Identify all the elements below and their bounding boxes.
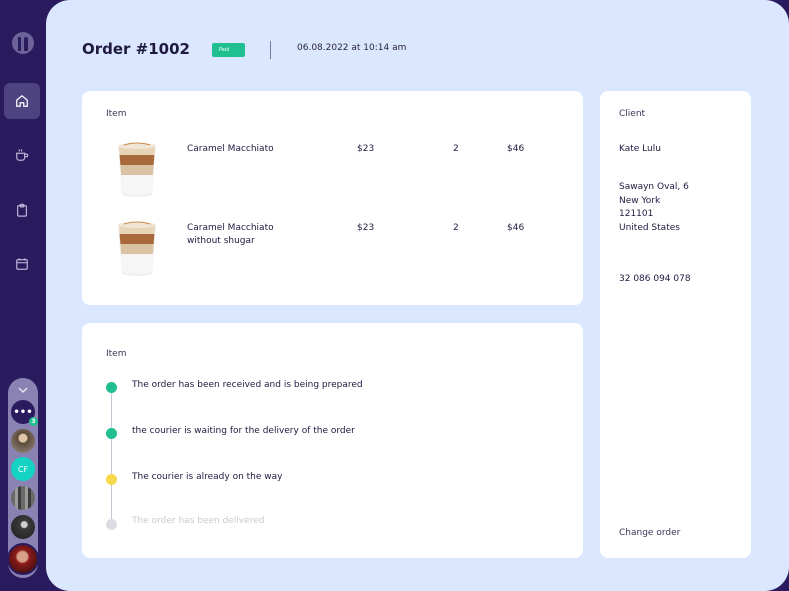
home-icon [16, 94, 28, 107]
timeline-dot-completed [106, 382, 117, 393]
item-total: $46 [507, 223, 525, 233]
main-content: Order #1002 Paid 06.08.2022 at 10:14 am … [46, 0, 789, 591]
item-price: $23 [357, 223, 375, 233]
client-card: Client Kate Lulu Sawayn Oval, 6 New York… [600, 91, 751, 558]
item-quantity: 2 [453, 223, 459, 233]
card-label: Client [619, 109, 646, 119]
item-name-line: Caramel Macchiato [187, 223, 274, 233]
timeline-step: The order has been received and is being… [132, 380, 363, 390]
nav-products[interactable] [4, 137, 40, 173]
timeline-step: the courier is waiting for the delivery … [132, 426, 355, 436]
nav-orders[interactable] [4, 192, 40, 228]
table-row[interactable]: Caramel Macchiato $23 2 $46 [82, 139, 583, 209]
timeline-step: The order has been delivered [132, 516, 265, 526]
sidebar: ••• 3 CF [0, 0, 46, 591]
status-badge: Paid [212, 43, 245, 57]
avatar[interactable] [11, 429, 35, 453]
item-name-line: without shugar [187, 236, 255, 246]
notification-badge: 3 [29, 417, 38, 426]
nav-calendar[interactable] [4, 246, 40, 282]
header-divider [270, 41, 271, 59]
brand-logo-icon[interactable] [12, 32, 34, 54]
timeline-dot-current [106, 474, 117, 485]
item-quantity: 2 [453, 144, 459, 154]
client-phone: 32 086 094 078 [619, 274, 691, 284]
timeline-line [111, 388, 112, 523]
address-line: United States [619, 222, 680, 233]
team-members-panel: ••• 3 CF [7, 378, 39, 578]
client-name: Kate Lulu [619, 144, 661, 154]
order-items-card: Item Caramel Macchiato $23 2 $46 Caramel… [82, 91, 583, 305]
item-price: $23 [357, 144, 375, 154]
coffee-glass-image [118, 221, 156, 276]
address-line: Sawayn Oval, 6 [619, 182, 689, 192]
avatar-initials[interactable]: CF [11, 457, 35, 481]
item-name: Caramel Macchiato without shugar [187, 222, 274, 248]
timeline-dot-pending [106, 519, 117, 530]
address-line: 121101 [619, 209, 654, 219]
table-row[interactable]: Caramel Macchiato without shugar $23 2 $… [82, 218, 583, 288]
client-address: Sawayn Oval, 6 New York 121101 United St… [619, 181, 689, 235]
more-users-button[interactable]: ••• 3 [11, 400, 38, 426]
current-user-avatar[interactable] [7, 543, 39, 575]
order-status-card: Item The order has been received and is … [82, 323, 583, 558]
card-label: Item [106, 349, 127, 359]
address-line: New York [619, 195, 661, 206]
order-datetime: 06.08.2022 at 10:14 am [297, 43, 407, 53]
coffee-cup-icon [16, 149, 29, 161]
change-order-link[interactable]: Change order [619, 528, 680, 538]
card-label: Item [106, 109, 127, 119]
item-name: Caramel Macchiato [187, 143, 274, 156]
timeline-step: The courier is already on the way [132, 472, 283, 482]
avatar[interactable] [11, 486, 35, 510]
clipboard-icon [17, 203, 27, 217]
more-dots-icon: ••• [13, 406, 33, 418]
item-name-line: Caramel Macchiato [187, 144, 274, 154]
timeline-dot-completed [106, 428, 117, 439]
nav-home[interactable] [4, 83, 40, 119]
avatar[interactable] [11, 515, 35, 539]
collapse-chevron-icon[interactable] [16, 384, 30, 396]
item-total: $46 [507, 144, 525, 154]
coffee-glass-image [118, 142, 156, 197]
calendar-icon [16, 258, 28, 270]
page-title: Order #1002 [82, 40, 190, 58]
